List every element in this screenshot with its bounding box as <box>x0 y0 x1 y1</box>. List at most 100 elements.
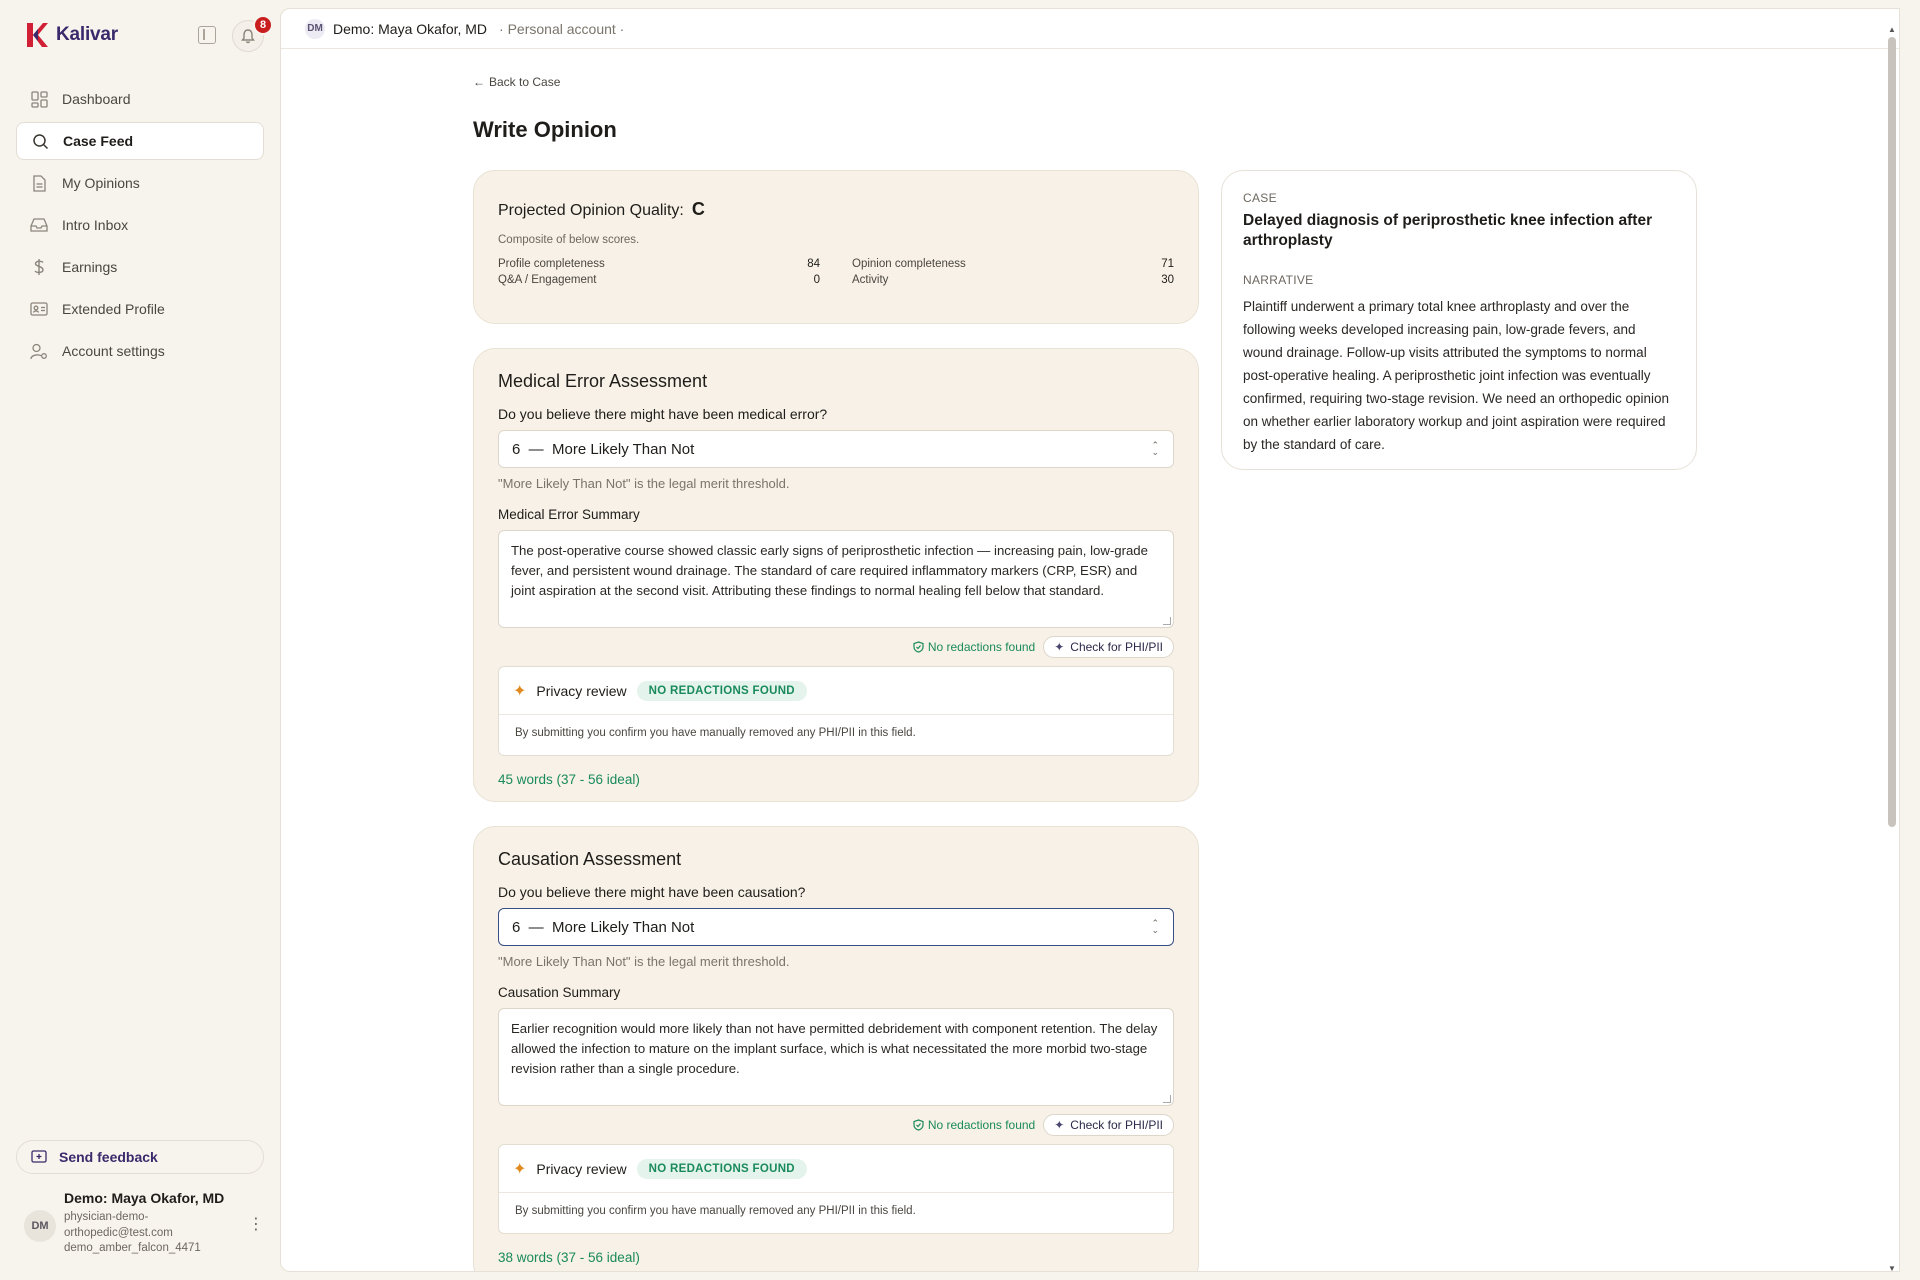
sparkle-icon: ✦ <box>513 1160 527 1178</box>
chevron-up-down-icon: ⌃ ⌄ <box>1151 440 1159 457</box>
shield-check-icon <box>913 641 924 653</box>
word-count: 45 words (37 - 56 ideal) <box>498 772 640 787</box>
arrow-left-icon: ← <box>473 75 485 89</box>
user-card[interactable]: DM Demo: Maya Okafor, MD physician-demo-… <box>24 1190 268 1260</box>
case-title: Delayed diagnosis of periprosthetic knee… <box>1243 212 1653 249</box>
check-phi-label: Check for PHI/PII <box>1070 640 1163 654</box>
score-label: Q&A / Engagement <box>498 274 597 286</box>
sidebar-item-case-feed[interactable]: Case Feed <box>16 122 264 160</box>
user-handle: demo_amber_falcon_4471 <box>64 1242 201 1254</box>
check-phi-button[interactable]: ✦ Check for PHI/PII <box>1043 636 1174 658</box>
opinion-quality-card: Projected Opinion Quality: C Composite o… <box>473 170 1199 324</box>
privacy-note: By submitting you confirm you have manua… <box>515 727 916 739</box>
feedback-icon <box>31 1149 47 1163</box>
avatar: DM <box>24 1210 56 1242</box>
main-panel: DM Demo: Maya Okafor, MD · Personal acco… <box>280 8 1900 1272</box>
quality-note: Composite of below scores. <box>498 234 640 246</box>
medical-error-card: Medical Error Assessment Do you believe … <box>473 348 1199 802</box>
sidebar-item-my-opinions[interactable]: My Opinions <box>16 164 264 202</box>
send-feedback-button[interactable]: Send feedback <box>16 1140 264 1174</box>
sidebar-nav: Dashboard Case Feed My Opinions Intro In… <box>16 80 264 374</box>
summary-text: Earlier recognition would more likely th… <box>511 1021 1158 1076</box>
privacy-review-panel: ✦ Privacy review NO REDACTIONS FOUND By … <box>498 666 1174 756</box>
medical-error-select[interactable]: 6 — More Likely Than Not ⌃ ⌄ <box>498 430 1174 468</box>
dollar-icon <box>30 258 48 276</box>
sidebar-item-dashboard[interactable]: Dashboard <box>16 80 264 118</box>
dashboard-icon <box>30 90 48 108</box>
sidebar-item-account-settings[interactable]: Account settings <box>16 332 264 370</box>
resize-handle-icon[interactable] <box>1163 1095 1171 1103</box>
topbar-account-type: · Personal account · <box>499 20 625 37</box>
sparkle-icon: ✦ <box>1054 1118 1065 1132</box>
sidebar-item-label: Extended Profile <box>62 301 165 317</box>
sidebar-item-label: My Opinions <box>62 175 140 191</box>
back-to-case-link[interactable]: ← Back to Case <box>473 75 560 89</box>
app-root: Kalivar 8 Dashboard Case Feed My Opinion… <box>0 0 1920 1280</box>
summary-text: The post-operative course showed classic… <box>511 543 1148 598</box>
resize-handle-icon[interactable] <box>1163 617 1171 625</box>
score-row: Profile completeness 84 <box>498 258 820 270</box>
quality-title: Projected Opinion Quality: <box>498 202 684 219</box>
status-badge: NO REDACTIONS FOUND <box>636 680 807 701</box>
case-kicker: CASE <box>1243 191 1277 205</box>
score-label: Opinion completeness <box>852 258 966 270</box>
threshold-hint: "More Likely Than Not" is the legal meri… <box>498 476 790 491</box>
brand-name: Kalivar <box>56 24 118 45</box>
score-label: Activity <box>852 274 889 286</box>
score-row: Opinion completeness 71 <box>852 258 1174 270</box>
document-icon <box>30 174 48 192</box>
topbar-avatar: DM <box>305 18 325 39</box>
user-gear-icon <box>30 342 48 360</box>
question-label: Do you believe there might have been med… <box>498 406 828 422</box>
sidebar-item-label: Account settings <box>62 343 165 359</box>
topbar: DM Demo: Maya Okafor, MD · Personal acco… <box>281 9 1899 49</box>
no-redactions-status: No redactions found <box>913 640 1035 654</box>
no-redactions-status: No redactions found <box>913 1118 1035 1132</box>
page-title: Write Opinion <box>473 117 617 142</box>
scrollbar[interactable]: ▲ ▼ <box>1885 25 1899 1271</box>
scroll-up-icon[interactable]: ▲ <box>1888 25 1896 34</box>
threshold-hint: "More Likely Than Not" is the legal meri… <box>498 954 790 969</box>
sparkle-icon: ✦ <box>1054 640 1065 654</box>
scroll-thumb[interactable] <box>1888 37 1896 827</box>
sidebar-item-earnings[interactable]: Earnings <box>16 248 264 286</box>
score-value: 84 <box>807 258 820 270</box>
question-label: Do you believe there might have been cau… <box>498 884 806 900</box>
id-card-icon <box>30 300 48 318</box>
notification-count-badge: 8 <box>253 15 273 35</box>
back-link-label: Back to Case <box>489 75 561 89</box>
sidebar-item-extended-profile[interactable]: Extended Profile <box>16 290 264 328</box>
section-title: Medical Error Assessment <box>498 371 708 391</box>
brand[interactable]: Kalivar <box>24 22 118 48</box>
narrative-kicker: NARRATIVE <box>1243 273 1314 287</box>
sparkle-icon: ✦ <box>513 682 527 700</box>
causation-card: Causation Assessment Do you believe ther… <box>473 826 1199 1271</box>
user-meta: physician-demo-orthopedic@test.com demo_… <box>64 1210 234 1257</box>
sidebar: Kalivar 8 Dashboard Case Feed My Opinion… <box>0 0 280 1280</box>
medical-error-summary-textarea[interactable]: The post-operative course showed classic… <box>498 530 1174 628</box>
collapse-sidebar-icon[interactable] <box>198 26 216 44</box>
causation-select[interactable]: 6 — More Likely Than Not ⌃ ⌄ <box>498 908 1174 946</box>
sidebar-item-intro-inbox[interactable]: Intro Inbox <box>16 206 264 244</box>
search-icon <box>31 132 49 150</box>
status-badge: NO REDACTIONS FOUND <box>636 1158 807 1179</box>
privacy-review-panel: ✦ Privacy review NO REDACTIONS FOUND By … <box>498 1144 1174 1234</box>
no-redactions-label: No redactions found <box>927 1118 1036 1132</box>
topbar-account-name[interactable]: Demo: Maya Okafor, MD <box>333 21 487 37</box>
more-vertical-icon[interactable]: ⋮ <box>248 1214 264 1234</box>
section-title: Causation Assessment <box>498 849 682 869</box>
inbox-icon <box>30 216 48 234</box>
score-value: 0 <box>813 274 820 286</box>
shield-check-icon <box>913 1119 924 1131</box>
privacy-review-header: ✦ Privacy review NO REDACTIONS FOUND <box>499 667 1173 715</box>
scroll-down-icon[interactable]: ▼ <box>1888 1264 1896 1271</box>
case-details-card: CASE Delayed diagnosis of periprosthetic… <box>1221 170 1697 470</box>
notifications-button[interactable]: 8 <box>232 15 273 52</box>
summary-label: Causation Summary <box>498 985 621 1000</box>
chevron-up-down-icon: ⌃ ⌄ <box>1151 918 1159 935</box>
user-email: physician-demo-orthopedic@test.com <box>64 1211 173 1239</box>
causation-summary-textarea[interactable]: Earlier recognition would more likely th… <box>498 1008 1174 1106</box>
score-row: Activity 30 <box>852 274 1174 286</box>
check-phi-button[interactable]: ✦ Check for PHI/PII <box>1043 1114 1174 1136</box>
privacy-note: By submitting you confirm you have manua… <box>515 1205 916 1217</box>
